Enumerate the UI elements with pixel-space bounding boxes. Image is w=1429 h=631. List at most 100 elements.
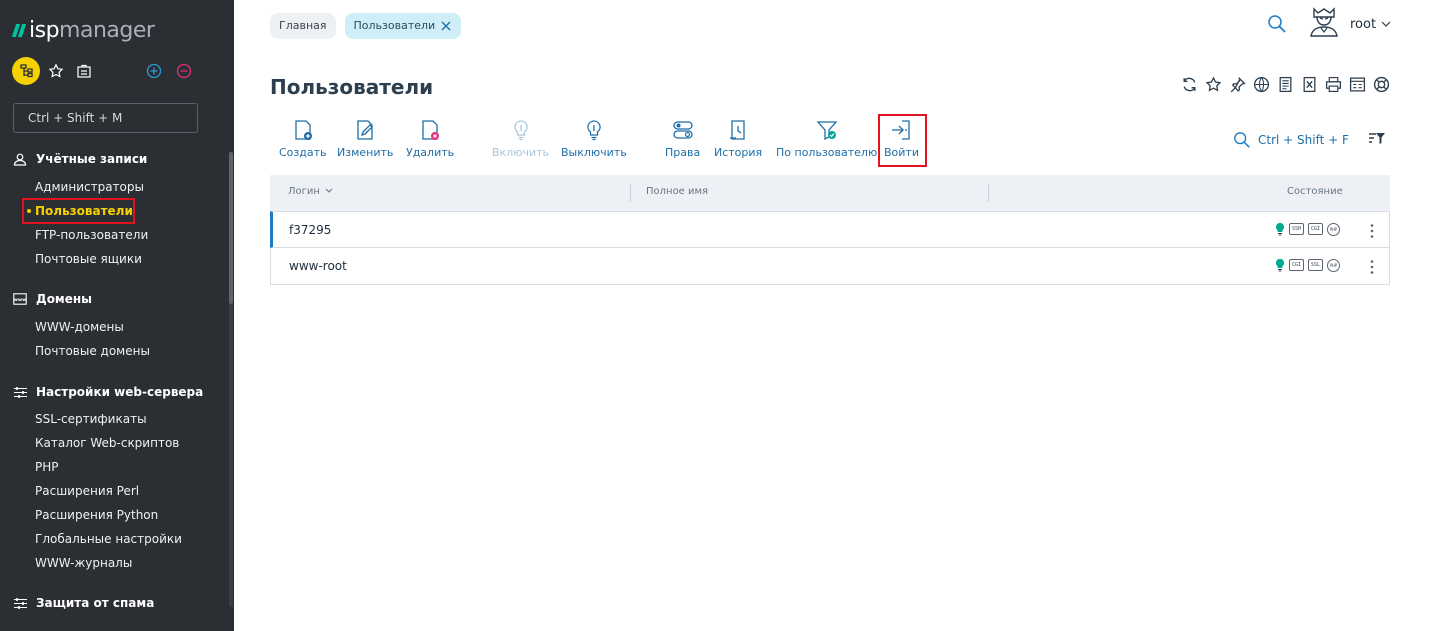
user-menu[interactable]: root xyxy=(1308,7,1391,41)
sidebar-item-www-logs[interactable]: WWW-журналы xyxy=(0,551,230,575)
rights-button[interactable]: Права xyxy=(665,118,700,164)
column-status[interactable]: Состояние xyxy=(1287,175,1343,211)
create-button[interactable]: Создать xyxy=(279,118,327,164)
sidebar-scroll-track xyxy=(229,304,233,607)
search-icon xyxy=(1234,132,1250,148)
table-row[interactable]: www-root CGI SSL PHP xyxy=(270,248,1390,285)
column-login[interactable]: Логин xyxy=(288,175,333,211)
users-table: Логин Полное имя Состояние f37295 SSH CG… xyxy=(270,175,1390,285)
star-icon[interactable] xyxy=(1204,75,1222,93)
sidebar-item-perl[interactable]: Расширения Perl xyxy=(0,479,230,503)
cgi-badge: CGI xyxy=(1308,223,1323,235)
php-badge: PHP xyxy=(1327,258,1340,272)
ssh-badge: SSH xyxy=(1289,223,1304,235)
filter-by-user-label: По пользователю xyxy=(776,146,878,159)
sidebar-item-global-settings[interactable]: Глобальные настройки xyxy=(0,527,230,551)
user-icon xyxy=(12,151,28,167)
column-separator[interactable] xyxy=(630,184,631,202)
user-name: root xyxy=(1350,16,1377,32)
lightbulb-off-icon xyxy=(587,120,601,141)
row-menu-icon[interactable] xyxy=(1369,259,1375,275)
table-header: Логин Полное имя Состояние xyxy=(270,175,1390,211)
create-file-icon xyxy=(295,120,312,140)
pin-icon[interactable] xyxy=(1228,75,1246,93)
create-label: Создать xyxy=(279,146,327,159)
menu-search-input[interactable]: Ctrl + Shift + M xyxy=(13,103,198,133)
column-fullname[interactable]: Полное имя xyxy=(646,175,708,211)
www-icon: www xyxy=(12,291,28,307)
column-separator[interactable] xyxy=(988,184,989,202)
favorites-star-icon[interactable] xyxy=(42,57,70,85)
table-search-hint: Ctrl + Shift + F xyxy=(1258,133,1349,147)
history-icon xyxy=(730,120,745,140)
filter-by-user-button[interactable]: По пользователю xyxy=(776,118,877,164)
search-icon[interactable] xyxy=(1267,14,1287,34)
breadcrumb-home[interactable]: Главная xyxy=(270,13,336,39)
rights-label: Права xyxy=(665,146,701,159)
sidebar-item-ssl[interactable]: SSL-сертификаты xyxy=(0,407,230,431)
close-icon[interactable] xyxy=(440,20,452,32)
briefcase-icon[interactable] xyxy=(70,57,98,85)
php-badge: PHP xyxy=(1327,222,1340,236)
sidebar-item-web-scripts[interactable]: Каталог Web-скриптов xyxy=(0,431,230,455)
filter-icon[interactable] xyxy=(1368,131,1386,147)
sidebar-item-ftp-users[interactable]: FTP-пользователи xyxy=(0,223,230,247)
page-title: Пользователи xyxy=(270,75,434,99)
table-row[interactable]: f37295 SSH CGI PHP xyxy=(270,211,1390,248)
sliders-icon xyxy=(12,384,28,400)
breadcrumb: Главная Пользователи xyxy=(270,13,462,39)
sidebar-item-php[interactable]: PHP xyxy=(0,455,230,479)
enable-label: Включить xyxy=(492,146,550,159)
sidebar-group-label: Защита от спама xyxy=(36,596,155,610)
disable-button[interactable]: Выключить xyxy=(561,118,627,164)
sidebar-group-accounts[interactable]: Учётные записи xyxy=(0,147,230,171)
disable-label: Выключить xyxy=(561,146,627,159)
logo[interactable]: isp manager xyxy=(11,17,155,43)
sidebar-item-www-domains[interactable]: WWW-домены xyxy=(0,315,230,339)
sidebar-group-spam[interactable]: Защита от спама xyxy=(0,591,230,615)
sidebar-group-domains[interactable]: www Домены xyxy=(0,287,230,311)
sidebar-item-python[interactable]: Расширения Python xyxy=(0,503,230,527)
settings-table-icon[interactable] xyxy=(1348,75,1366,93)
row-menu-icon[interactable] xyxy=(1369,223,1375,239)
document-list-icon[interactable] xyxy=(1276,75,1294,93)
column-login-label: Логин xyxy=(288,186,320,197)
row-status: CGI SSL PHP xyxy=(1275,258,1340,272)
refresh-icon[interactable] xyxy=(1180,75,1198,93)
edit-label: Изменить xyxy=(337,146,394,159)
app: isp manager Ctrl + Shift + M Учётные зап… xyxy=(0,0,1429,631)
enable-button[interactable]: Включить xyxy=(492,118,549,164)
sidebar-group-webserver[interactable]: Настройки web-сервера xyxy=(0,380,230,404)
edit-button[interactable]: Изменить xyxy=(337,118,393,164)
highlight-users-box xyxy=(22,198,135,224)
print-icon[interactable] xyxy=(1324,75,1342,93)
filter-user-icon xyxy=(816,121,838,141)
history-label: История xyxy=(714,146,763,159)
sidebar-scrollbar[interactable] xyxy=(229,152,233,304)
sidebar-group-label: Учётные записи xyxy=(36,152,148,166)
add-circle-icon[interactable] xyxy=(140,57,168,85)
delete-button[interactable]: Удалить xyxy=(406,118,454,164)
delete-label: Удалить xyxy=(406,146,455,159)
sidebar: isp manager Ctrl + Shift + M Учётные зап… xyxy=(0,0,234,631)
history-button[interactable]: История xyxy=(714,118,762,164)
table-search[interactable]: Ctrl + Shift + F xyxy=(1233,131,1349,149)
edit-file-icon xyxy=(357,120,374,140)
quick-actions xyxy=(12,57,222,85)
sidebar-item-mailboxes[interactable]: Почтовые ящики xyxy=(0,247,230,271)
highlight-login-box xyxy=(878,114,927,167)
sidebar-item-mail-domains[interactable]: Почтовые домены xyxy=(0,339,230,363)
help-lifebuoy-icon[interactable] xyxy=(1372,75,1390,93)
avatar xyxy=(1308,7,1340,41)
breadcrumb-current[interactable]: Пользователи xyxy=(344,13,462,39)
remove-circle-icon[interactable] xyxy=(170,57,198,85)
logo-text-manager: manager xyxy=(59,17,155,43)
delete-file-icon xyxy=(422,120,440,140)
tree-menu-icon[interactable] xyxy=(12,57,40,85)
ssl-badge: SSL xyxy=(1308,259,1323,271)
sort-chevron-icon xyxy=(325,188,333,193)
sidebar-item-admins[interactable]: Администраторы xyxy=(0,175,230,199)
cgi-badge: CGI xyxy=(1289,259,1304,271)
globe-icon[interactable] xyxy=(1252,75,1270,93)
excel-export-icon[interactable] xyxy=(1300,75,1318,93)
